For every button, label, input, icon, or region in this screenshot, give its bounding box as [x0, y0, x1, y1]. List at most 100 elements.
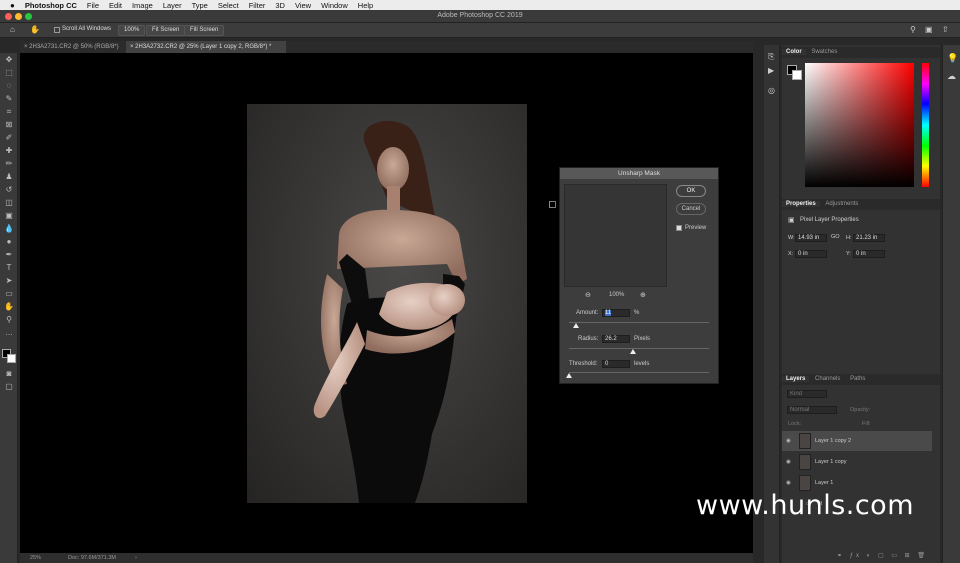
- blend-mode-select[interactable]: Normal: [787, 406, 837, 414]
- menu-select[interactable]: Select: [218, 1, 239, 10]
- share-icon[interactable]: ⇧: [942, 25, 949, 34]
- healing-tool-icon[interactable]: ✚: [4, 146, 14, 156]
- menu-3d[interactable]: 3D: [275, 1, 285, 10]
- status-menu-arrow-icon[interactable]: ›: [135, 555, 137, 561]
- quick-select-tool-icon[interactable]: ✎: [4, 94, 14, 104]
- hue-slider[interactable]: [922, 63, 929, 187]
- layer-name: Layer 1 copy 2: [815, 438, 852, 444]
- color-picker-field[interactable]: [805, 63, 914, 187]
- visibility-eye-icon[interactable]: ◉: [786, 452, 791, 472]
- apple-icon[interactable]: ●: [10, 1, 15, 10]
- fit-screen-button[interactable]: Fit Screen: [146, 25, 186, 36]
- stamp-tool-icon[interactable]: ♟: [4, 172, 14, 182]
- actions-panel-icon[interactable]: ▶: [768, 66, 774, 75]
- menu-layer[interactable]: Layer: [163, 1, 182, 10]
- hand-tool-icon[interactable]: ✋: [4, 302, 14, 312]
- cancel-button[interactable]: Cancel: [676, 203, 706, 215]
- zoom-out-icon[interactable]: ⊖: [585, 291, 591, 299]
- menu-view[interactable]: View: [295, 1, 311, 10]
- history-brush-tool-icon[interactable]: ↺: [4, 185, 14, 195]
- type-tool-icon[interactable]: T: [4, 263, 14, 273]
- menu-bar: ● Photoshop CC File Edit Image Layer Typ…: [0, 0, 960, 10]
- hand-tool-icon[interactable]: ✋: [30, 25, 40, 34]
- tab-adjustments[interactable]: Adjustments: [821, 201, 862, 207]
- fill-screen-button[interactable]: Fill Screen: [184, 25, 225, 36]
- brush-tool-icon[interactable]: ✏: [4, 159, 14, 169]
- menu-help[interactable]: Help: [358, 1, 373, 10]
- tab-channels[interactable]: Channels: [811, 376, 844, 382]
- layers-panel-footer-icons[interactable]: ⚭ ƒx ◐ ▢ ▭ ⊞ 🗑: [837, 552, 937, 560]
- ok-button[interactable]: OK: [676, 185, 706, 197]
- tab-properties[interactable]: Properties: [782, 201, 820, 207]
- zoom-tool-icon[interactable]: ⚲: [4, 315, 14, 325]
- layer-row-selected[interactable]: ◉ Layer 1 copy 2: [782, 431, 932, 451]
- amount-slider-thumb[interactable]: [573, 323, 579, 328]
- tab-doc-1-label: 2H3A2731.CR2 @ 50% (RGB/8*): [29, 44, 119, 50]
- layer-thumbnail: [799, 475, 811, 491]
- background-color-swatch[interactable]: [7, 354, 16, 363]
- radius-input[interactable]: 26.2: [602, 335, 630, 343]
- menu-window[interactable]: Window: [321, 1, 348, 10]
- width-field[interactable]: 14.93 in: [795, 234, 827, 242]
- zoom-readout[interactable]: 25%: [30, 555, 41, 561]
- filter-preview-area[interactable]: [564, 184, 667, 287]
- libraries-panel-icon[interactable]: ☁: [947, 71, 956, 82]
- quick-mask-icon[interactable]: ◙: [4, 369, 14, 379]
- threshold-slider-thumb[interactable]: [566, 373, 572, 378]
- radius-slider-thumb[interactable]: [630, 349, 636, 354]
- visibility-eye-icon[interactable]: ◉: [786, 431, 791, 451]
- eyedropper-tool-icon[interactable]: ✐: [4, 133, 14, 143]
- zoom-in-icon[interactable]: ⊕: [640, 291, 646, 299]
- amount-slider-track[interactable]: [569, 322, 709, 323]
- learn-panel-icon[interactable]: 💡: [947, 53, 958, 64]
- amount-value: 11: [605, 310, 612, 316]
- layer-kind-filter[interactable]: Kind: [787, 390, 827, 398]
- photo-image: [247, 104, 527, 503]
- radius-slider-track[interactable]: [569, 348, 709, 349]
- blur-tool-icon[interactable]: 💧: [4, 224, 14, 234]
- pen-tool-icon[interactable]: ✒: [4, 250, 14, 260]
- watermark-text: www.hunls.com: [696, 490, 915, 521]
- preview-checkbox[interactable]: [676, 225, 682, 231]
- dodge-tool-icon[interactable]: ●: [4, 237, 14, 247]
- threshold-input[interactable]: 0: [602, 360, 630, 368]
- move-tool-icon[interactable]: ✥: [4, 55, 14, 65]
- amount-input[interactable]: 11: [602, 309, 630, 317]
- threshold-slider-track[interactable]: [569, 372, 709, 373]
- color-panel-background-swatch[interactable]: [792, 70, 802, 80]
- menu-image[interactable]: Image: [132, 1, 153, 10]
- menu-filter[interactable]: Filter: [249, 1, 266, 10]
- menu-edit[interactable]: Edit: [109, 1, 122, 10]
- layer-row[interactable]: ◉ Layer 1 copy: [782, 452, 932, 472]
- tab-paths[interactable]: Paths: [846, 376, 869, 382]
- tab-swatches[interactable]: Swatches: [807, 49, 841, 55]
- crop-tool-icon[interactable]: ⌗: [4, 107, 14, 117]
- tab-doc-1[interactable]: × 2H3A2731.CR2 @ 50% (RGB/8*): [20, 41, 124, 53]
- menu-file[interactable]: File: [87, 1, 99, 10]
- scroll-all-checkbox[interactable]: [54, 27, 60, 33]
- tab-layers[interactable]: Layers: [782, 376, 810, 382]
- tab-color[interactable]: Color: [782, 49, 806, 55]
- path-select-tool-icon[interactable]: ➤: [4, 276, 14, 286]
- height-field[interactable]: 21.23 in: [853, 234, 885, 242]
- menu-type[interactable]: Type: [192, 1, 208, 10]
- shape-tool-icon[interactable]: ▭: [4, 289, 14, 299]
- tab-doc-2[interactable]: × 2H3A2732.CR2 @ 25% (Layer 1 copy 2, RG…: [126, 41, 286, 53]
- home-icon[interactable]: ⌂: [10, 25, 15, 34]
- adjustments-panel-icon[interactable]: ◎: [768, 86, 775, 95]
- lasso-tool-icon[interactable]: ◌: [4, 81, 14, 91]
- marquee-tool-icon[interactable]: ⬚: [4, 68, 14, 78]
- frame-tool-icon[interactable]: ⊠: [4, 120, 14, 130]
- workspace-icon[interactable]: ▣: [925, 25, 933, 34]
- link-dimensions-icon[interactable]: GO: [831, 234, 840, 240]
- app-menu[interactable]: Photoshop CC: [25, 1, 77, 10]
- history-panel-icon[interactable]: ⎘: [768, 52, 774, 62]
- more-tools-icon[interactable]: …: [4, 328, 14, 338]
- zoom-100-button[interactable]: 100%: [118, 25, 146, 36]
- search-icon[interactable]: ⚲: [910, 25, 916, 34]
- eraser-tool-icon[interactable]: ◫: [4, 198, 14, 208]
- y-field[interactable]: 0 in: [853, 250, 885, 258]
- gradient-tool-icon[interactable]: ▣: [4, 211, 14, 221]
- x-field[interactable]: 0 in: [795, 250, 827, 258]
- screen-mode-icon[interactable]: ▢: [4, 382, 14, 392]
